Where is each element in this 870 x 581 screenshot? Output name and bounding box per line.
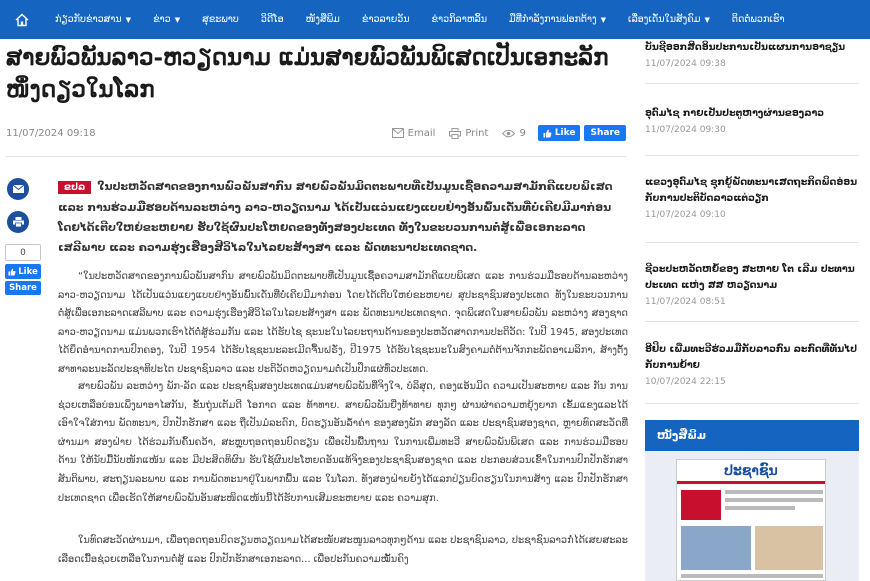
email-button[interactable]: Email bbox=[391, 127, 436, 139]
nav-item-label: ວິດີໂອ bbox=[260, 14, 284, 25]
sidebar-news-title: ບັນຊີອອກສິດອິນປະການເປັນແຜນການອາຊຽນ bbox=[645, 42, 846, 53]
source-tag: ຂປລ bbox=[58, 181, 92, 194]
nav-item-contact[interactable]: ຕິດຕໍ່ພວກເຮົາ bbox=[721, 0, 796, 39]
lead-text: ໃນປະຫວັດສາດຂອງການພົວພັນສາກົນ ສາຍພົວພັນມິ… bbox=[58, 180, 613, 254]
nav-item-daily-news[interactable]: ຂ່າວລາຍວັນ bbox=[351, 0, 421, 39]
sidebar-news-date: 11/07/2024 09:30 bbox=[645, 125, 726, 135]
cover-text-line bbox=[725, 490, 823, 494]
nav-item-label: ຕິດຕໍ່ພວກເຮົາ bbox=[731, 14, 785, 25]
eye-icon bbox=[502, 129, 516, 137]
main-navbar: ກ່ຽວກັບຂ່າວສານ ▼ ຂ່າວ ▼ ສຸຂະພາບ ວິດີໂອ ໜັງ… bbox=[0, 0, 870, 39]
share-label: Share bbox=[590, 128, 620, 138]
nav-item-news[interactable]: ຂ່າວ ▼ bbox=[142, 0, 191, 39]
sidebar-news-item[interactable]: ແຂວງອຸດົມໄຊ ຊຸກຍູ້ພັດທະນາເສດຖະກິດພິດອ່ອນ… bbox=[645, 175, 859, 243]
facebook-like-button[interactable]: Like bbox=[537, 125, 581, 141]
email-share-button[interactable] bbox=[7, 178, 29, 200]
envelope-icon bbox=[391, 128, 404, 138]
print-label: Print bbox=[465, 127, 489, 139]
newspaper-cover-image[interactable]: ປະຊາຊົນ bbox=[676, 459, 826, 581]
nav-item-label: ມືທີ່ກໍາລັງການຟອກຕ້າງ bbox=[509, 14, 597, 25]
view-counter: 9 bbox=[502, 127, 526, 139]
cover-text-line bbox=[681, 574, 823, 578]
facebook-share-button[interactable]: Share bbox=[5, 281, 41, 295]
cover-text-line bbox=[725, 498, 823, 502]
nav-item-video[interactable]: ວິດີໂອ bbox=[250, 0, 295, 39]
nav-item-sports[interactable]: ຂ່າວກິລາຫລິ້ນ bbox=[421, 0, 499, 39]
email-label: Email bbox=[407, 127, 436, 139]
print-share-button[interactable] bbox=[7, 211, 29, 233]
sidebar-news-date: 11/07/2024 08:51 bbox=[645, 297, 726, 307]
article-paragraph: “ໃນປະຫວັດສາດຂອງການພົວພັນສາກົນ ສາຍພົວພັນມ… bbox=[58, 271, 628, 375]
home-icon bbox=[15, 13, 29, 26]
nav-item-about[interactable]: ກ່ຽວກັບຂ່າວສານ ▼ bbox=[44, 0, 142, 39]
cover-text-line bbox=[725, 506, 795, 510]
printer-icon bbox=[449, 127, 462, 139]
sidebar-news-title: ແຂວງອຸດົມໄຊ ຊຸກຍູ້ພັດທະນາເສດຖະກິດພິດອ່ອນ… bbox=[645, 177, 858, 204]
article-paragraph: ໃນທົດສະວັດຜ່ານມາ, ເພື່ອຖອດຖອນບົດຮຽນຫວຽດນ… bbox=[58, 535, 628, 565]
nav-item-label: ຂ່າວກິລາຫລິ້ນ bbox=[431, 14, 488, 25]
sidebar-news-title: ຊີວະປະຫວັດຫຍໍ້ຂອງ ສະຫາຍ ໂຕ ເລີມ ປະທານປະເ… bbox=[645, 264, 855, 291]
view-count: 9 bbox=[519, 127, 526, 139]
like-label: Like bbox=[554, 128, 576, 138]
sidebar-news-date: 10/07/2024 22:15 bbox=[645, 377, 726, 387]
cover-photo bbox=[681, 490, 721, 520]
nav-item-label: ຂ່າວ bbox=[153, 14, 171, 25]
cover-photo bbox=[755, 526, 823, 570]
share-label: Share bbox=[9, 283, 37, 293]
like-label: Like bbox=[18, 266, 38, 277]
newspaper-masthead: ປະຊາຊົນ bbox=[677, 460, 825, 484]
newspaper-widget: ໜັງສືພິມ ປະຊາຊົນ bbox=[645, 420, 859, 581]
nav-item-label: ຂ່າວລາຍວັນ bbox=[361, 14, 410, 25]
printer-icon bbox=[12, 217, 24, 227]
nav-item-label: ເລື່ອງເດັ່ນໃນສັງຄົມ bbox=[628, 14, 701, 25]
sidebar-news-title: ອີຢິບ ເພີ່ມທະວີຮ່ວມມືກັບລາວກົນ ລະກົດທີ່ທ… bbox=[645, 344, 858, 371]
divider bbox=[6, 156, 626, 157]
article-title: ສາຍພົວພັນລາວ-ຫວຽດນາມ ແມ່ນສາຍພົວພັນພິເສດເ… bbox=[6, 44, 609, 103]
print-button[interactable]: Print bbox=[449, 127, 489, 139]
nav-item-society[interactable]: ເລື່ອງເດັ່ນໃນສັງຄົມ ▼ bbox=[617, 0, 721, 39]
sidebar-news-title: ອຸດົມໄຊ ກາຍເປັນປະຕູຫາງຜ່ານຂອງລາວ bbox=[645, 108, 825, 119]
newspaper-header: ໜັງສືພິມ bbox=[645, 420, 859, 451]
article-date: 11/07/2024 09:18 bbox=[6, 127, 96, 139]
sidebar-news-date: 11/07/2024 09:38 bbox=[645, 59, 726, 69]
nav-item-health[interactable]: ສຸຂະພາບ bbox=[191, 0, 250, 39]
cover-photo bbox=[681, 526, 751, 570]
facebook-like-button[interactable]: Like bbox=[5, 264, 41, 279]
thumbs-up-icon bbox=[543, 129, 552, 137]
chevron-down-icon: ▼ bbox=[600, 15, 607, 24]
article-paragraph: ສາຍພົວພັນ ລະຫວ່າງ ພັກ-ລັດ ແລະ ປະຊາຊົນສອງ… bbox=[58, 381, 628, 504]
social-share-rail: 0 Like Share bbox=[5, 178, 41, 295]
sidebar-news-date: 11/07/2024 09:10 bbox=[645, 210, 726, 220]
envelope-icon bbox=[12, 185, 24, 193]
chevron-down-icon: ▼ bbox=[125, 15, 132, 24]
sidebar-news-item[interactable]: ອີຢິບ ເພີ່ມທະວີຮ່ວມມືກັບລາວກົນ ລະກົດທີ່ທ… bbox=[645, 342, 859, 404]
nav-item-label: ສຸຂະພາບ bbox=[202, 14, 239, 25]
article-meta: 11/07/2024 09:18 Email Print 9 Like Shar… bbox=[6, 122, 626, 144]
article-lead: ຂປລ ໃນປະຫວັດສາດຂອງການພົວພັນສາກົນ ສາຍພົວພັ… bbox=[58, 177, 628, 258]
nav-item-special[interactable]: ມືທີ່ກໍາລັງການຟອກຕ້າງ ▼ bbox=[498, 0, 617, 39]
nav-item-newspaper[interactable]: ໜັງສືພິມ bbox=[295, 0, 351, 39]
sidebar-news-item[interactable]: ຊີວະປະຫວັດຫຍໍ້ຂອງ ສະຫາຍ ໂຕ ເລີມ ປະທານປະເ… bbox=[645, 262, 859, 322]
newspaper-name: ປະຊາຊົນ bbox=[724, 462, 778, 479]
sidebar-news-item[interactable]: ອຸດົມໄຊ ກາຍເປັນປະຕູຫາງຜ່ານຂອງລາວ 11/07/2… bbox=[645, 106, 859, 156]
thumbs-up-icon bbox=[8, 267, 16, 276]
facebook-share-button[interactable]: Share bbox=[584, 125, 626, 141]
chevron-down-icon: ▼ bbox=[174, 15, 181, 24]
sidebar-news-item[interactable]: ບັນຊີອອກສິດອິນປະການເປັນແຜນການອາຊຽນ 11/07… bbox=[645, 40, 859, 84]
nav-item-label: ກ່ຽວກັບຂ່າວສານ bbox=[55, 14, 122, 25]
home-button[interactable] bbox=[0, 0, 44, 39]
share-count: 0 bbox=[5, 244, 41, 261]
nav-item-label: ໜັງສືພິມ bbox=[305, 14, 340, 25]
chevron-down-icon: ▼ bbox=[704, 15, 710, 24]
